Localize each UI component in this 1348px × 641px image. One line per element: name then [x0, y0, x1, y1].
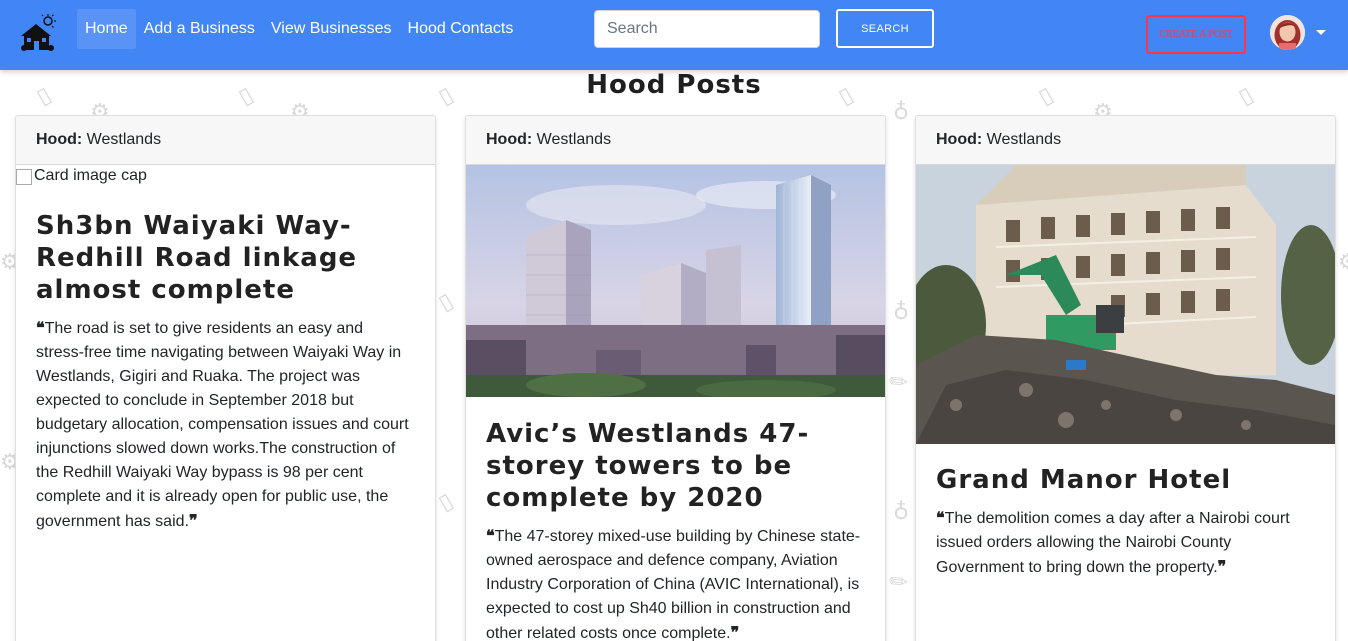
card-header: Hood: Westlands: [466, 116, 885, 165]
card-header: Hood: Westlands: [916, 116, 1335, 165]
pen-doodle-icon: ✎: [884, 566, 915, 599]
broken-image-icon: [16, 169, 32, 185]
nav-links: Home Add a Business View Businesses Hood…: [77, 9, 521, 49]
post-card: Hood: Westlands: [915, 115, 1336, 641]
card-image-broken: Card image cap: [16, 165, 435, 197]
quote-open-icon: ❝: [486, 526, 495, 545]
quote-open-icon: ❝: [936, 508, 945, 527]
card-body: Avic’s Westlands 47-storey towers to be …: [466, 418, 885, 641]
hood-value: Westlands: [536, 131, 612, 148]
dropdown-caret-icon[interactable]: [1316, 30, 1326, 35]
nav-link-view-businesses[interactable]: View Businesses: [263, 9, 400, 49]
card-body: Grand Manor Hotel ❝The demolition comes …: [916, 464, 1335, 580]
hood-value: Westlands: [86, 131, 162, 148]
nav-link-home[interactable]: Home: [77, 9, 136, 49]
card-body: Sh3bn Waiyaki Way-Redhill Road linkage a…: [16, 210, 435, 534]
quote-close-icon: ❞: [730, 623, 740, 641]
logo-house-sun-icon[interactable]: [18, 14, 58, 54]
bulb-doodle-icon: ♁: [893, 300, 910, 325]
hood-label: Hood:: [936, 131, 983, 148]
avatar[interactable]: [1270, 15, 1305, 50]
pen-doodle-icon: ✎: [884, 366, 915, 399]
card-text: ❝The road is set to give residents an ea…: [36, 316, 415, 534]
phone-doodle-icon: ▯: [434, 288, 458, 317]
post-card: Hood: Westlands Card image cap Sh3bn Wai…: [15, 115, 436, 641]
card-header: Hood: Westlands: [16, 116, 435, 165]
nav-link-add-business[interactable]: Add a Business: [136, 9, 263, 49]
phone-doodle-icon: ▯: [434, 488, 458, 517]
card-title: Avic’s Westlands 47-storey towers to be …: [486, 419, 810, 513]
card-text-body: The 47-storey mixed-use building by Chin…: [486, 528, 861, 641]
quote-open-icon: ❝: [36, 318, 45, 337]
card-text-body: The demolition comes a day after a Nairo…: [936, 510, 1290, 576]
post-card: Hood: Westlands: [465, 115, 886, 641]
quote-close-icon: ❞: [188, 511, 198, 530]
card-text-body: The road is set to give residents an eas…: [36, 320, 409, 530]
card-image-towers: [466, 165, 885, 397]
quote-close-icon: ❞: [1217, 557, 1227, 576]
search-input[interactable]: [594, 10, 820, 48]
gear-doodle-icon: ⚙: [1338, 250, 1348, 275]
hood-label: Hood:: [36, 131, 83, 148]
search-button[interactable]: SEARCH: [836, 9, 934, 48]
bulb-doodle-icon: ♁: [893, 500, 910, 525]
card-image-alt: Card image cap: [34, 167, 147, 184]
card-text: ❝The demolition comes a day after a Nair…: [936, 506, 1315, 580]
card-image-demolition: [916, 165, 1335, 444]
card-text: ❝The 47-storey mixed-use building by Chi…: [486, 524, 865, 641]
card-title: Grand Manor Hotel: [936, 465, 1232, 495]
create-post-button[interactable]: CREATE A POST: [1146, 15, 1246, 54]
bulb-doodle-icon: ♁: [893, 100, 910, 125]
page-title: Hood Posts: [586, 70, 762, 100]
nav-link-hood-contacts[interactable]: Hood Contacts: [400, 9, 522, 49]
card-title: Sh3bn Waiyaki Way-Redhill Road linkage a…: [36, 211, 358, 305]
navbar: Home Add a Business View Businesses Hood…: [0, 0, 1348, 70]
hood-label: Hood:: [486, 131, 533, 148]
hood-value: Westlands: [986, 131, 1062, 148]
